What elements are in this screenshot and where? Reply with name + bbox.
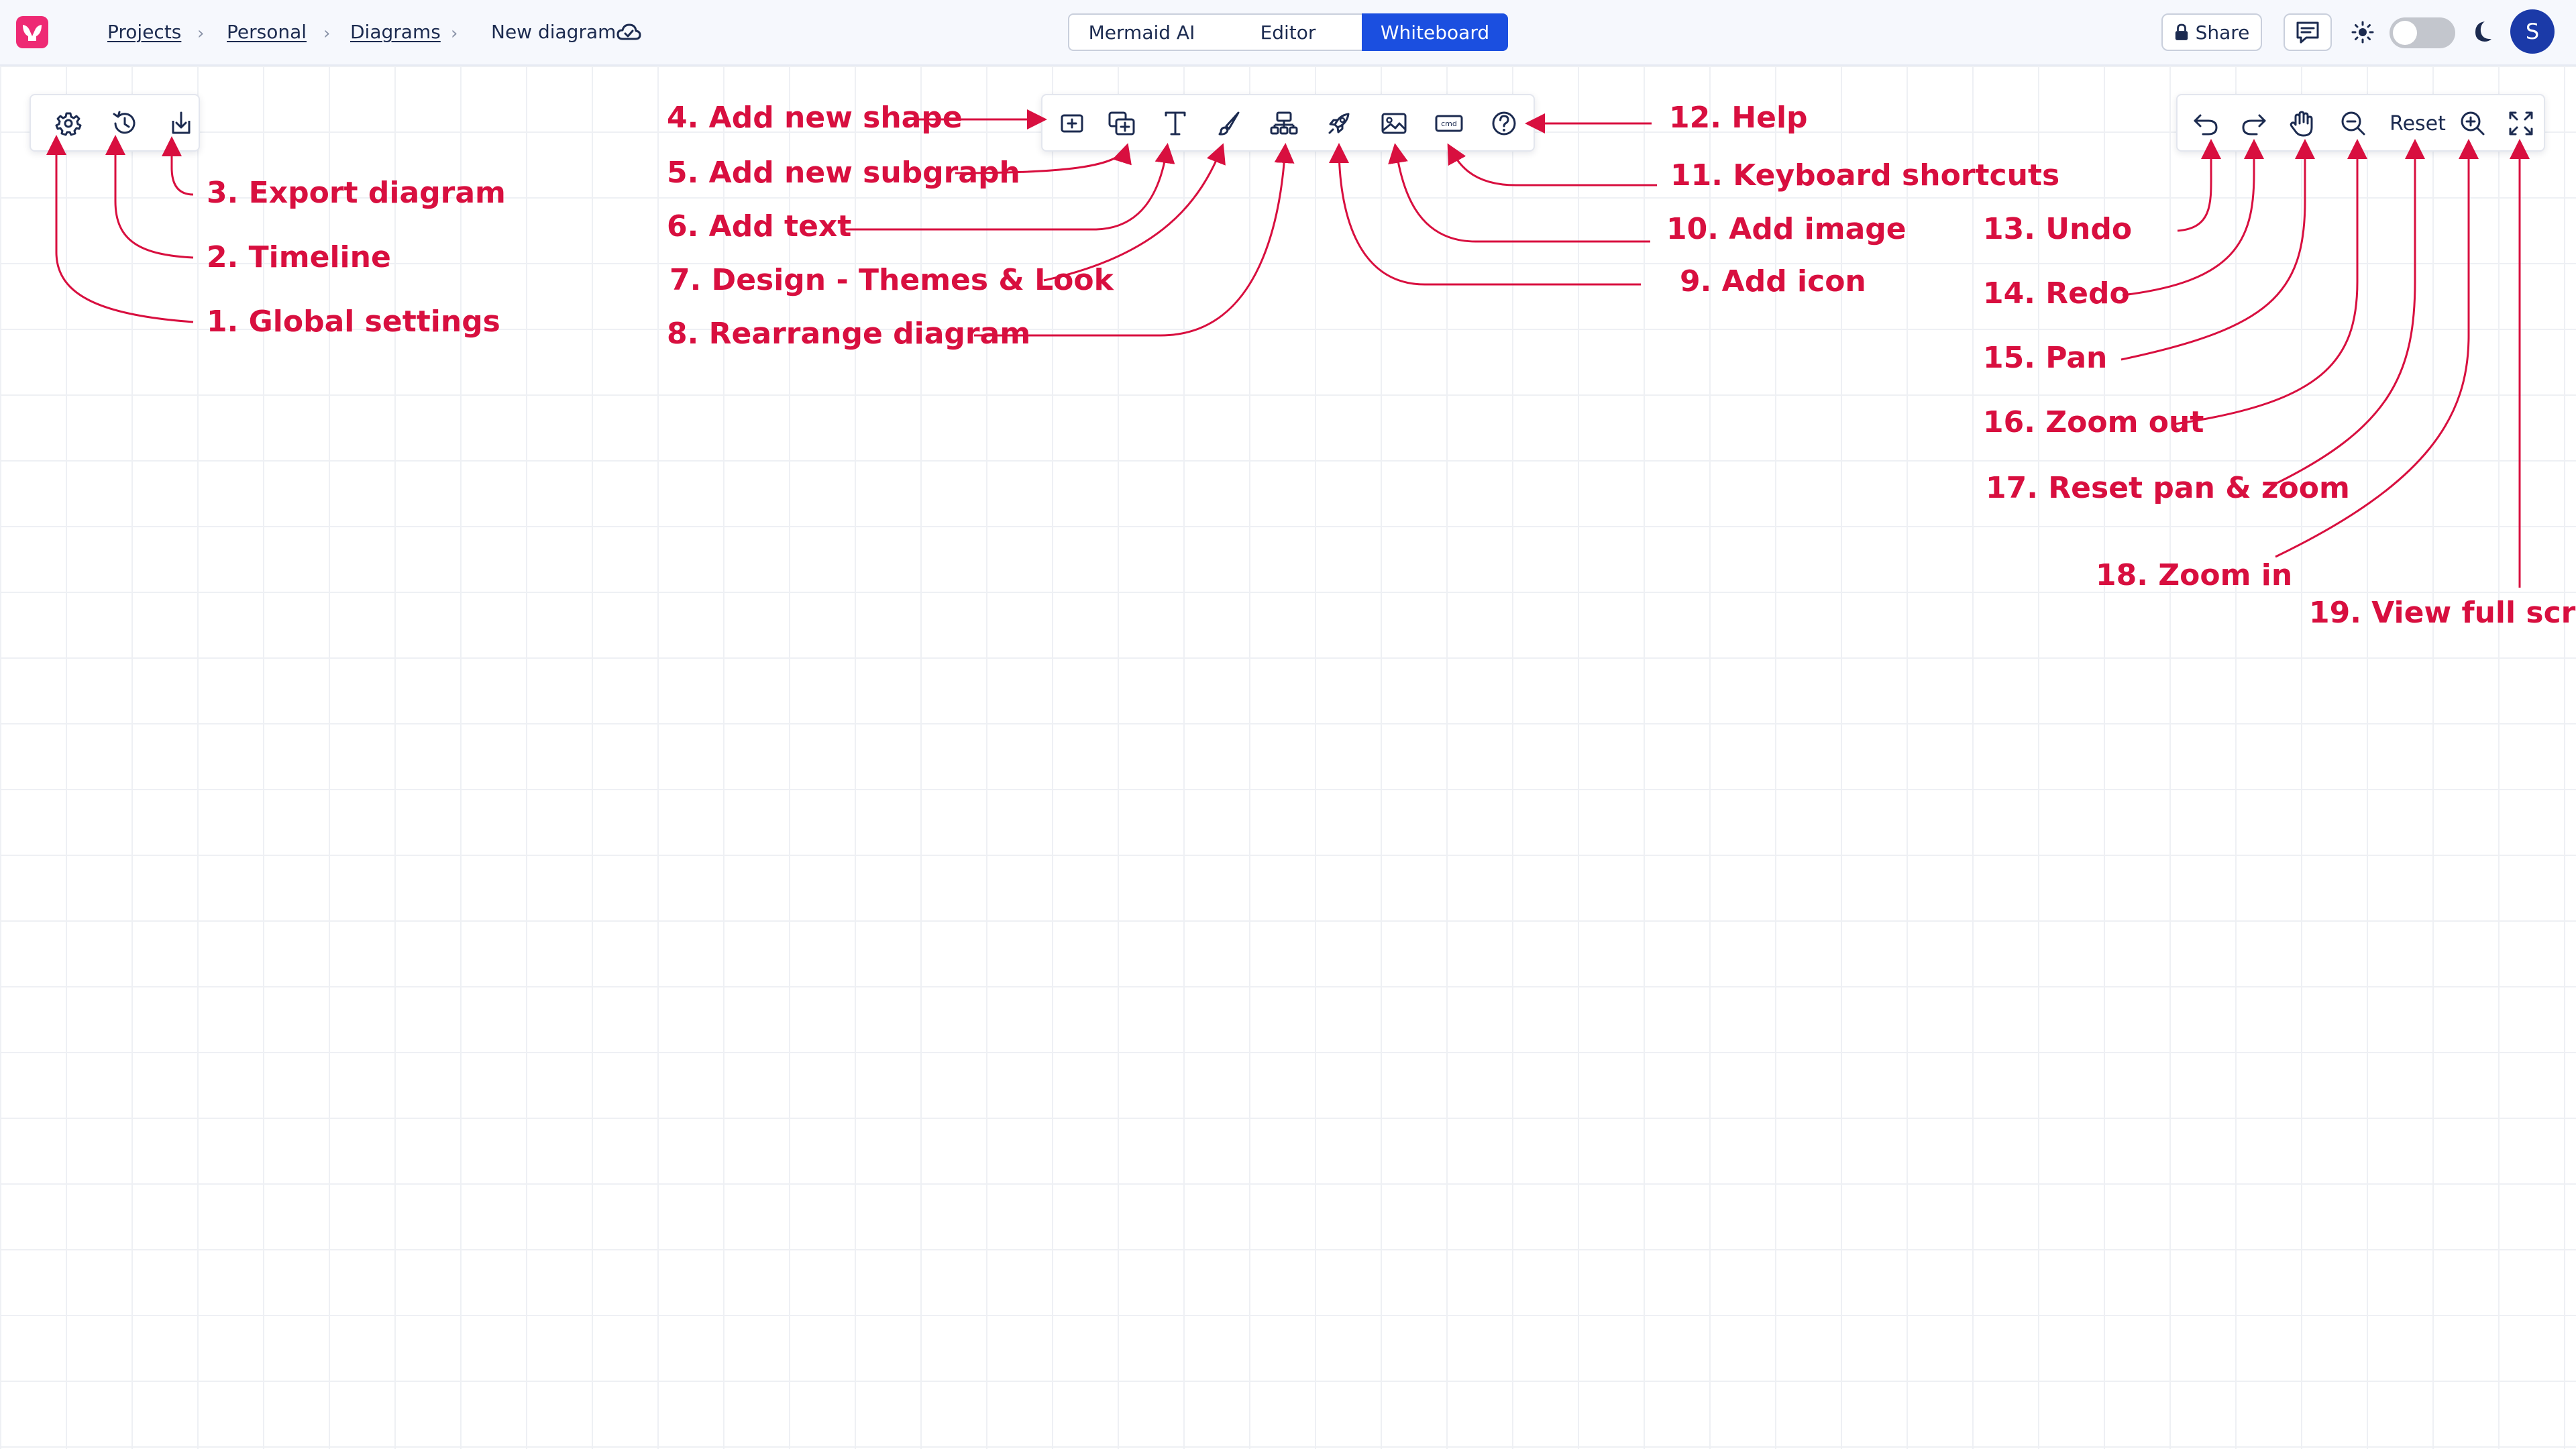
annotation-8: 8. Rearrange diagram — [667, 317, 1031, 351]
arrow-8 — [974, 143, 1295, 337]
arrow-13 — [2177, 139, 2221, 232]
annotation-3: 3. Export diagram — [207, 176, 506, 210]
annotation-2: 2. Timeline — [207, 240, 391, 274]
annotation-5: 5. Add new subgraph — [667, 156, 1020, 190]
annotation-9: 9. Add icon — [1680, 264, 1866, 299]
annotation-16: 16. Zoom out — [1983, 405, 2204, 439]
annotation-17: 17. Reset pan & zoom — [1986, 471, 2350, 505]
annotation-15: 15. Pan — [1983, 341, 2108, 375]
annotation-1: 1. Global settings — [207, 305, 500, 339]
arrow-16 — [2174, 139, 2367, 425]
arrow-11 — [1447, 143, 1657, 186]
arrow-2 — [105, 135, 194, 259]
annotation-19: 19. View full screen — [2309, 596, 2576, 630]
arrow-7 — [1043, 143, 1226, 282]
annotation-10: 10. Add image — [1666, 212, 1907, 246]
annotation-6: 6. Add text — [667, 209, 852, 244]
annotation-14: 14. Redo — [1983, 276, 2130, 311]
annotation-13: 13. Undo — [1983, 212, 2133, 246]
arrow-15 — [2121, 139, 2315, 361]
arrow-17 — [2271, 139, 2425, 487]
annotation-7: 7. Design - Themes & Look — [669, 263, 1114, 297]
arrow-3 — [162, 136, 194, 196]
annotation-11: 11. Keyboard shortcuts — [1670, 158, 2060, 193]
arrow-9 — [1329, 143, 1641, 286]
annotation-4: 4. Add new shape — [667, 101, 963, 135]
app-root: Projects › Personal › Diagrams › New dia… — [0, 0, 2576, 1449]
annotation-arrows — [46, 109, 2530, 588]
annotation-18: 18. Zoom in — [2096, 558, 2293, 592]
annotation-12: 12. Help — [1669, 101, 1808, 135]
arrow-14 — [2122, 139, 2264, 297]
arrow-10 — [1388, 143, 1650, 243]
